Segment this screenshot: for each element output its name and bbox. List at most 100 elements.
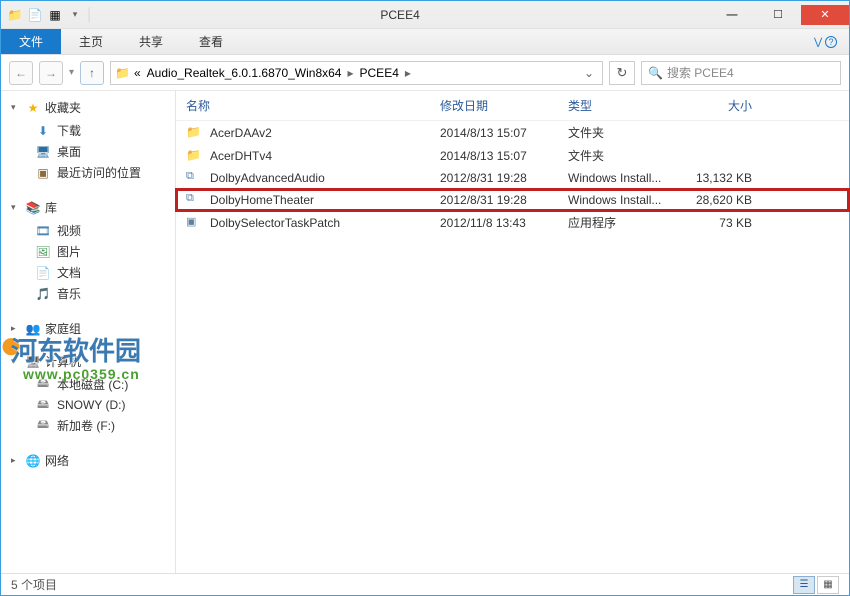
file-date: 2014/8/13 15:07 [434,149,562,163]
breadcrumb-prefix[interactable]: « [132,66,143,80]
view-switcher: ☰ ▦ [793,576,839,594]
ribbon-bar: 文件 主页 共享 查看 ⋁ ? [1,29,849,55]
nav-pictures[interactable]: 🖼图片 [11,241,175,262]
column-headers: 名称 修改日期 类型 大小 [176,91,849,121]
back-button[interactable]: ← [9,61,33,85]
file-name: DolbyHomeTheater [210,193,314,207]
col-name[interactable]: 名称 [176,97,434,114]
address-bar[interactable]: 📁 « Audio_Realtek_6.0.1.6870_Win8x64 ▸ P… [110,61,603,85]
file-date: 2012/11/8 13:43 [434,216,562,230]
nav-libraries[interactable]: ▾📚库 [11,199,175,216]
nav-recent[interactable]: ▣最近访问的位置 [11,162,175,183]
up-button[interactable]: ↑ [80,61,104,85]
chevron-down-icon: ▾ [11,202,21,213]
dropdown-icon[interactable]: ▾ [67,7,83,23]
nav-drive-f[interactable]: 🖴新加卷 (F:) [11,415,175,436]
document-icon: 📄 [35,265,51,281]
file-type: 文件夹 [562,124,680,141]
chevron-right-icon[interactable]: ▸ [403,66,413,80]
col-date[interactable]: 修改日期 [434,97,562,114]
nav-videos[interactable]: 🎞视频 [11,220,175,241]
refresh-button[interactable]: ↻ [609,61,635,85]
chevron-right-icon[interactable]: ▸ [345,66,355,80]
file-name: AcerDAAv2 [210,126,272,140]
folder-icon: 📁 [7,7,23,23]
nav-music[interactable]: 🎵音乐 [11,283,175,304]
folder-icon: 📁 [186,125,202,141]
file-name: DolbySelectorTaskPatch [210,216,340,230]
title-bar: 📁 📄 ▦ ▾ | PCEE4 — ☐ ✕ [1,1,849,29]
file-row[interactable]: ⧉DolbyHomeTheater2012/8/31 19:28Windows … [176,189,849,211]
file-type: Windows Install... [562,171,680,185]
history-dropdown-icon[interactable]: ▾ [69,67,74,78]
file-row[interactable]: 📁AcerDAAv22014/8/13 15:07文件夹 [176,121,849,144]
address-row: ← → ▾ ↑ 📁 « Audio_Realtek_6.0.1.6870_Win… [1,55,849,91]
icons-view-button[interactable]: ▦ [817,576,839,594]
nav-homegroup[interactable]: ▸👥家庭组 [11,320,175,337]
file-size: 73 KB [680,216,770,230]
nav-drive-d[interactable]: 🖴SNOWY (D:) [11,395,175,415]
search-placeholder: 搜索 PCEE4 [667,64,734,81]
file-date: 2012/8/31 19:28 [434,193,562,207]
tab-home[interactable]: 主页 [61,29,121,54]
tab-view[interactable]: 查看 [181,29,241,54]
file-menu[interactable]: 文件 [1,29,61,54]
drive-icon: 🖴 [35,397,51,413]
file-row[interactable]: 📁AcerDHTv42014/8/13 15:07文件夹 [176,144,849,167]
nav-downloads[interactable]: ⬇下载 [11,120,175,141]
video-icon: 🎞 [35,223,51,239]
picture-icon: 🖼 [35,244,51,260]
file-row[interactable]: ⧉ DolbyAdvancedAudio 2012/8/31 19:28Window… [176,167,849,189]
chevron-down-icon: ▾ [11,356,21,367]
nav-documents[interactable]: 📄文档 [11,262,175,283]
recent-icon: ▣ [35,165,51,181]
quick-launch: 📁 📄 ▦ ▾ | [1,6,91,24]
status-text: 5 个项目 [11,576,57,593]
nav-network[interactable]: ▸🌐网络 [11,452,175,469]
nav-favorites[interactable]: ▾★收藏夹 [11,99,175,116]
tab-share[interactable]: 共享 [121,29,181,54]
nav-computer[interactable]: ▾🖥计算机 [11,353,175,370]
file-list-pane: 名称 修改日期 类型 大小 📁 AcerDAAv2 2014/8/13 15:07文… [176,91,849,573]
star-icon: ★ [25,100,41,116]
search-icon: 🔍 [648,66,663,80]
drive-icon: 🖴 [35,377,51,393]
col-type[interactable]: 类型 [562,97,680,114]
nav-desktop[interactable]: 🖥桌面 [11,141,175,162]
breadcrumb-seg-0[interactable]: Audio_Realtek_6.0.1.6870_Win8x64 [145,66,344,80]
chevron-right-icon: ▸ [11,323,21,334]
minimize-button[interactable]: — [709,5,755,25]
breadcrumb-seg-1[interactable]: PCEE4 [358,66,401,80]
window-controls: — ☐ ✕ [709,5,849,25]
file-date: 2012/8/31 19:28 [434,171,562,185]
main-area: ▾★收藏夹 ⬇下载 🖥桌面 ▣最近访问的位置 ▾📚库 🎞视频 🖼图片 📄文档 🎵… [1,91,849,573]
nav-drive-c[interactable]: 🖴本地磁盘 (C:) [11,374,175,395]
address-dropdown-icon[interactable]: ⌄ [580,66,598,80]
expand-ribbon-icon[interactable]: ⋁ ? [802,36,849,48]
details-view-button[interactable]: ☰ [793,576,815,594]
search-input[interactable]: 🔍 搜索 PCEE4 [641,61,841,85]
maximize-button[interactable]: ☐ [755,5,801,25]
forward-button[interactable]: → [39,61,63,85]
properties-icon[interactable]: ▦ [47,7,63,23]
file-size: 28,620 KB [680,193,770,207]
library-icon: 📚 [25,200,41,216]
computer-icon: 🖥 [25,354,41,370]
file-row[interactable]: ▣DolbySelectorTaskPatch2012/11/8 13:43应用… [176,211,849,234]
file-type: 文件夹 [562,147,680,164]
msi-icon: ⧉ [186,170,202,186]
file-type: 应用程序 [562,214,680,231]
download-icon: ⬇ [35,123,51,139]
file-name: DolbyAdvancedAudio [210,171,325,185]
msi-icon: ⧉ [186,192,202,208]
new-doc-icon[interactable]: 📄 [27,7,43,23]
col-size[interactable]: 大小 [680,97,770,114]
file-name: AcerDHTv4 [210,149,272,163]
nav-pane: ▾★收藏夹 ⬇下载 🖥桌面 ▣最近访问的位置 ▾📚库 🎞视频 🖼图片 📄文档 🎵… [1,91,176,573]
homegroup-icon: 👥 [25,321,41,337]
window-title: PCEE4 [91,8,709,22]
close-button[interactable]: ✕ [801,5,849,25]
file-size: 13,132 KB [680,171,770,185]
status-bar: 5 个项目 ☰ ▦ [1,573,849,595]
desktop-icon: 🖥 [35,144,51,160]
